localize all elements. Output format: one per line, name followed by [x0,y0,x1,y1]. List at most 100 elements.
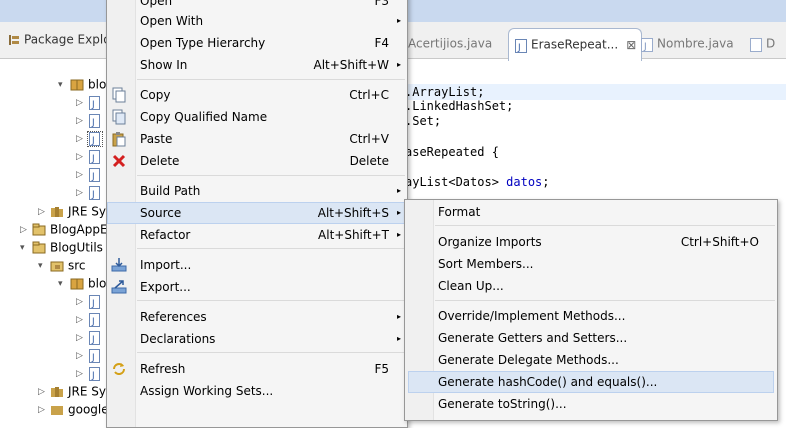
menu-item-copy[interactable]: Copy Ctrl+C [107,84,407,106]
menu-item-label: Override/Implement Methods... [438,309,626,323]
menu-item-sort-members[interactable]: Sort Members... [405,253,777,275]
close-tab-icon[interactable]: ⊠ [626,38,636,52]
tree-item-jre[interactable]: ▷ JRE Sy [38,382,106,400]
svg-text:J: J [91,100,95,110]
code-semicolon: ; [542,175,550,189]
menu-item-generate-getters-setters[interactable]: Generate Getters and Setters... [405,327,777,349]
menu-item-source[interactable]: Source Alt+Shift+S ▸ [107,202,407,224]
menu-item-shortcut: Ctrl+V [349,132,389,146]
java-file-icon: J [87,130,103,147]
menu-item-open-type-hierarchy[interactable]: Open Type Hierarchy F4 [107,32,407,54]
expand-arrow-icon[interactable]: ▷ [76,311,88,329]
menu-item-shortcut: Alt+Shift+S [317,206,389,220]
tab-erase-repeated[interactable]: J EraseRepeat... ⊠ [508,28,642,61]
tree-item-package[interactable]: ▾ blo [58,274,106,292]
code-type: ayList<Datos> [405,175,507,189]
java-file-icon: J [641,37,653,52]
menu-separator [137,79,405,80]
tree-item-file[interactable]: ▷ J [76,147,106,165]
menu-item-build-path[interactable]: Build Path ▸ [107,180,407,202]
tree-item-label: blo [88,276,107,291]
expand-arrow-icon[interactable]: ▾ [38,257,50,275]
expand-arrow-icon[interactable]: ▷ [76,347,88,365]
svg-text:J: J [91,136,95,146]
expand-arrow-icon[interactable]: ▷ [76,293,88,311]
menu-item-show-in[interactable]: Show In Alt+Shift+W ▸ [107,54,407,76]
menu-item-paste[interactable]: Paste Ctrl+V [107,128,407,150]
menu-item-import[interactable]: Import... [107,254,407,276]
menu-item-label: Sort Members... [438,257,534,271]
expand-arrow-icon[interactable]: ▾ [58,76,70,94]
tree-item-package[interactable]: ▾ blo [58,75,106,93]
tab-d[interactable]: D [750,28,775,60]
tree-item-file[interactable]: ▷ J [76,364,106,382]
menu-item-open-with[interactable]: Open With ▸ [107,10,407,32]
expand-arrow-icon[interactable]: ▷ [38,383,50,401]
menu-item-generate-delegate-methods[interactable]: Generate Delegate Methods... [405,349,777,371]
import-icon [111,257,127,273]
tree-item-jre[interactable]: ▷ JRE Sy [38,202,106,220]
tree-item-file[interactable]: ▷ J [76,183,106,201]
tree-item-project[interactable]: ▷ BlogAppE [20,220,108,238]
svg-text:J: J [91,190,95,200]
expand-arrow-icon[interactable]: ▷ [76,166,88,184]
tree-item-file[interactable]: ▷ J [76,328,106,346]
menu-item-declarations[interactable]: Declarations ▸ [107,328,407,350]
expand-arrow-icon[interactable]: ▷ [76,94,88,112]
menu-item-label: Generate Delegate Methods... [438,353,619,367]
menu-item-refactor[interactable]: Refactor Alt+Shift+T ▸ [107,224,407,246]
expand-arrow-icon[interactable]: ▷ [20,221,32,239]
menu-item-organize-imports[interactable]: Organize Imports Ctrl+Shift+O [405,231,777,253]
menu-item-generate-hashcode-equals[interactable]: Generate hashCode() and equals()... [408,371,774,393]
menu-separator [137,175,405,176]
paste-icon [111,131,127,147]
menu-item-shortcut: F5 [374,362,389,376]
menu-item-assign-working-sets[interactable]: Assign Working Sets... [107,380,407,402]
tab-erase-repeated-label: EraseRepeat... [531,37,619,52]
menu-item-references[interactable]: References ▸ [107,306,407,328]
menu-item-format[interactable]: Format [405,201,777,223]
menu-item-shortcut: Alt+Shift+T [318,228,389,242]
expand-arrow-icon[interactable]: ▷ [38,203,50,221]
tree-item-file[interactable]: ▷ J [76,111,106,129]
tree-item-file[interactable]: ▷ J [76,346,106,364]
expand-arrow-icon[interactable]: ▷ [76,130,88,148]
expand-arrow-icon[interactable]: ▾ [58,275,70,293]
menu-item-label: Open Type Hierarchy [140,36,266,50]
tree-item-file[interactable]: ▷ J [76,292,106,310]
expand-arrow-icon[interactable]: ▷ [76,329,88,347]
submenu-arrow-icon: ▸ [396,208,401,217]
code-line: .LinkedHashSet; [405,99,514,113]
tree-item-file-selected[interactable]: ▷ J [76,129,106,147]
tab-acertijios[interactable]: Acertijios.java [408,28,492,60]
menu-separator [137,352,405,353]
expand-arrow-icon[interactable]: ▷ [76,148,88,166]
tree-item-file[interactable]: ▷ J [76,165,106,183]
menu-item-label: Delete [140,154,180,168]
package-explorer-tab[interactable]: Package Explor [8,32,115,58]
menu-item-label: Generate hashCode() and equals()... [438,375,658,389]
tree-item-src[interactable]: ▾ src [38,256,86,274]
tree-item-label: blo [88,77,107,92]
menu-item-delete[interactable]: Delete Delete [107,150,407,172]
source-folder-icon [50,259,64,273]
code-line: aseRepeated { [405,145,499,159]
expand-arrow-icon[interactable]: ▷ [76,112,88,130]
expand-arrow-icon[interactable]: ▷ [38,401,50,419]
menu-item-label: Show In [140,58,188,72]
expand-arrow-icon[interactable]: ▷ [76,365,88,383]
menu-item-refresh[interactable]: Refresh F5 [107,358,407,380]
tree-item-project[interactable]: ▾ BlogUtils [20,238,103,256]
menu-item-copy-qualified-name[interactable]: Copy Qualified Name [107,106,407,128]
menu-item-export[interactable]: Export... [107,276,407,298]
tree-item-file[interactable]: ▷ J [76,93,106,111]
expand-arrow-icon[interactable]: ▷ [76,184,88,202]
expand-arrow-icon[interactable]: ▾ [20,239,32,257]
menu-item-clean-up[interactable]: Clean Up... [405,275,777,297]
tab-nombre[interactable]: J Nombre.java [641,28,734,60]
menu-item-label: Format [438,205,481,219]
tree-item-library[interactable]: ▷ google [38,400,109,418]
menu-item-override-implement[interactable]: Override/Implement Methods... [405,305,777,327]
tree-item-file[interactable]: ▷ J [76,310,106,328]
menu-item-label: References [140,310,207,324]
